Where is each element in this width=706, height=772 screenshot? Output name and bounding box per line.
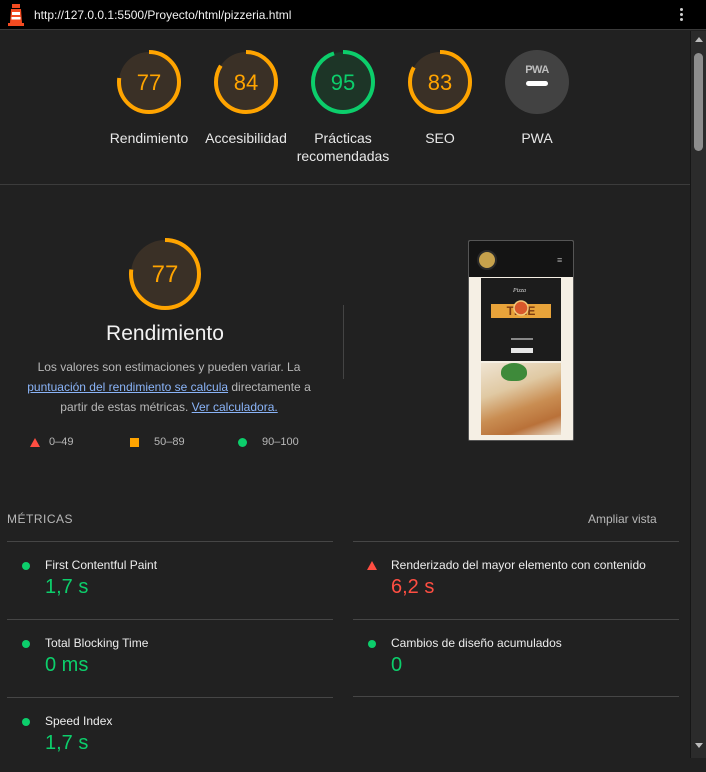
score-gauges: 77 Rendimiento 84 Accesibilidad 95 Práct… — [0, 31, 690, 185]
performance-score-value: 77 — [152, 261, 179, 288]
expand-view-toggle[interactable]: Ampliar vista — [588, 512, 657, 526]
address-bar: http://127.0.0.1:5500/Proyecto/html/pizz… — [0, 0, 706, 30]
score-calculation-link[interactable]: puntuación del rendimiento se calcula — [27, 380, 228, 394]
pwa-badge-text: PWA — [525, 64, 549, 76]
gauge-performance-value: 77 — [137, 70, 161, 95]
metric-name: Renderizado del mayor elemento con conte… — [391, 558, 646, 572]
performance-description: Los valores son estimaciones y pueden va… — [14, 357, 324, 417]
gauge-seo[interactable]: 83 SEO — [385, 48, 495, 147]
performance-title: Rendimiento — [106, 322, 224, 345]
calculator-link[interactable]: Ver calculadora. — [192, 400, 278, 414]
scrollbar[interactable] — [690, 31, 706, 758]
scrollbar-thumb[interactable] — [694, 53, 703, 151]
metric-cumulative-layout-shift: Cambios de diseño acumulados 0 — [353, 634, 673, 694]
basil-leaf-icon — [501, 363, 527, 381]
gauge-seo-value: 83 — [428, 70, 452, 95]
metric-value: 1,7 s — [45, 732, 89, 754]
metric-value: 1,7 s — [45, 576, 89, 598]
url-text[interactable]: http://127.0.0.1:5500/Proyecto/html/pizz… — [34, 8, 291, 22]
legend-fail-text: 0–49 — [49, 436, 74, 448]
desc-text-1: Los valores son estimaciones y pueden va… — [37, 360, 301, 374]
metric-value: 0 — [391, 654, 403, 676]
gauge-accessibility-value: 84 — [234, 70, 258, 95]
pwa-badge-icon: PWA — [505, 50, 569, 114]
pass-circle-icon — [22, 718, 30, 726]
gauge-performance-label: Rendimiento — [109, 130, 189, 146]
scroll-up-arrow-icon[interactable] — [695, 37, 703, 42]
legend-average-text: 50–89 — [154, 436, 185, 448]
metric-name: First Contentful Paint — [45, 558, 158, 572]
lighthouse-logo-icon — [8, 4, 24, 26]
metric-value: 6,2 s — [391, 576, 435, 598]
pass-circle-icon — [238, 438, 247, 447]
gauge-best-practices-ring: 95 — [311, 50, 375, 114]
page-screenshot-thumbnail[interactable]: ≡ Pizza TIME — [468, 240, 574, 441]
metric-divider — [7, 619, 333, 620]
metric-value: 0 ms — [45, 654, 89, 676]
vertical-divider — [343, 305, 344, 379]
thumbnail-navbar: ≡ — [469, 241, 573, 277]
metric-total-blocking-time: Total Blocking Time 0 ms — [7, 634, 327, 694]
gauge-best-practices-value: 95 — [331, 70, 355, 95]
metric-divider — [353, 619, 679, 620]
fail-triangle-icon — [30, 438, 40, 447]
hamburger-menu-icon: ≡ — [557, 255, 563, 265]
gauge-accessibility-ring: 84 — [214, 50, 278, 114]
metric-first-contentful-paint: First Contentful Paint 1,7 s — [7, 556, 327, 616]
fail-triangle-icon — [367, 561, 377, 570]
pass-circle-icon — [22, 640, 30, 648]
metric-name: Total Blocking Time — [45, 636, 149, 650]
average-square-icon — [130, 438, 139, 447]
metric-largest-contentful-paint: Renderizado del mayor elemento con conte… — [353, 556, 673, 616]
metric-name: Cambios de diseño acumulados — [391, 636, 562, 650]
gauge-pwa[interactable]: PWA PWA — [482, 48, 592, 147]
gauge-pwa-label: PWA — [521, 130, 553, 146]
metric-divider — [7, 697, 333, 698]
thumbnail-footer — [469, 435, 573, 440]
gauge-performance[interactable]: 77 Rendimiento — [94, 48, 204, 147]
gauge-accessibility[interactable]: 84 Accesibilidad — [191, 48, 301, 147]
gauge-seo-ring: 83 — [408, 50, 472, 114]
metric-divider — [353, 541, 679, 542]
gauge-best-practices-label: Prácticas recomendadas — [296, 130, 390, 164]
gauge-accessibility-label: Accesibilidad — [205, 130, 287, 146]
scroll-down-arrow-icon[interactable] — [695, 743, 703, 748]
metric-divider — [353, 696, 679, 697]
performance-score-gauge: 77 — [129, 238, 201, 310]
thumbnail-hero-image: Pizza TIME — [481, 278, 561, 361]
svg-text:Pizza: Pizza — [512, 288, 526, 294]
legend-pass-text: 90–100 — [262, 436, 299, 448]
gauge-performance-ring: 77 — [117, 50, 181, 114]
gauge-best-practices[interactable]: 95 Prácticas recomendadas — [288, 48, 398, 165]
gauge-seo-label: SEO — [425, 130, 455, 146]
metric-speed-index: Speed Index 1,7 s — [7, 712, 327, 772]
metric-divider — [7, 541, 333, 542]
more-options-icon[interactable] — [676, 6, 686, 24]
metrics-heading: MÉTRICAS — [7, 512, 74, 526]
pass-circle-icon — [368, 640, 376, 648]
metric-name: Speed Index — [45, 714, 113, 728]
pass-circle-icon — [22, 562, 30, 570]
pizzeria-logo-icon — [477, 250, 497, 270]
